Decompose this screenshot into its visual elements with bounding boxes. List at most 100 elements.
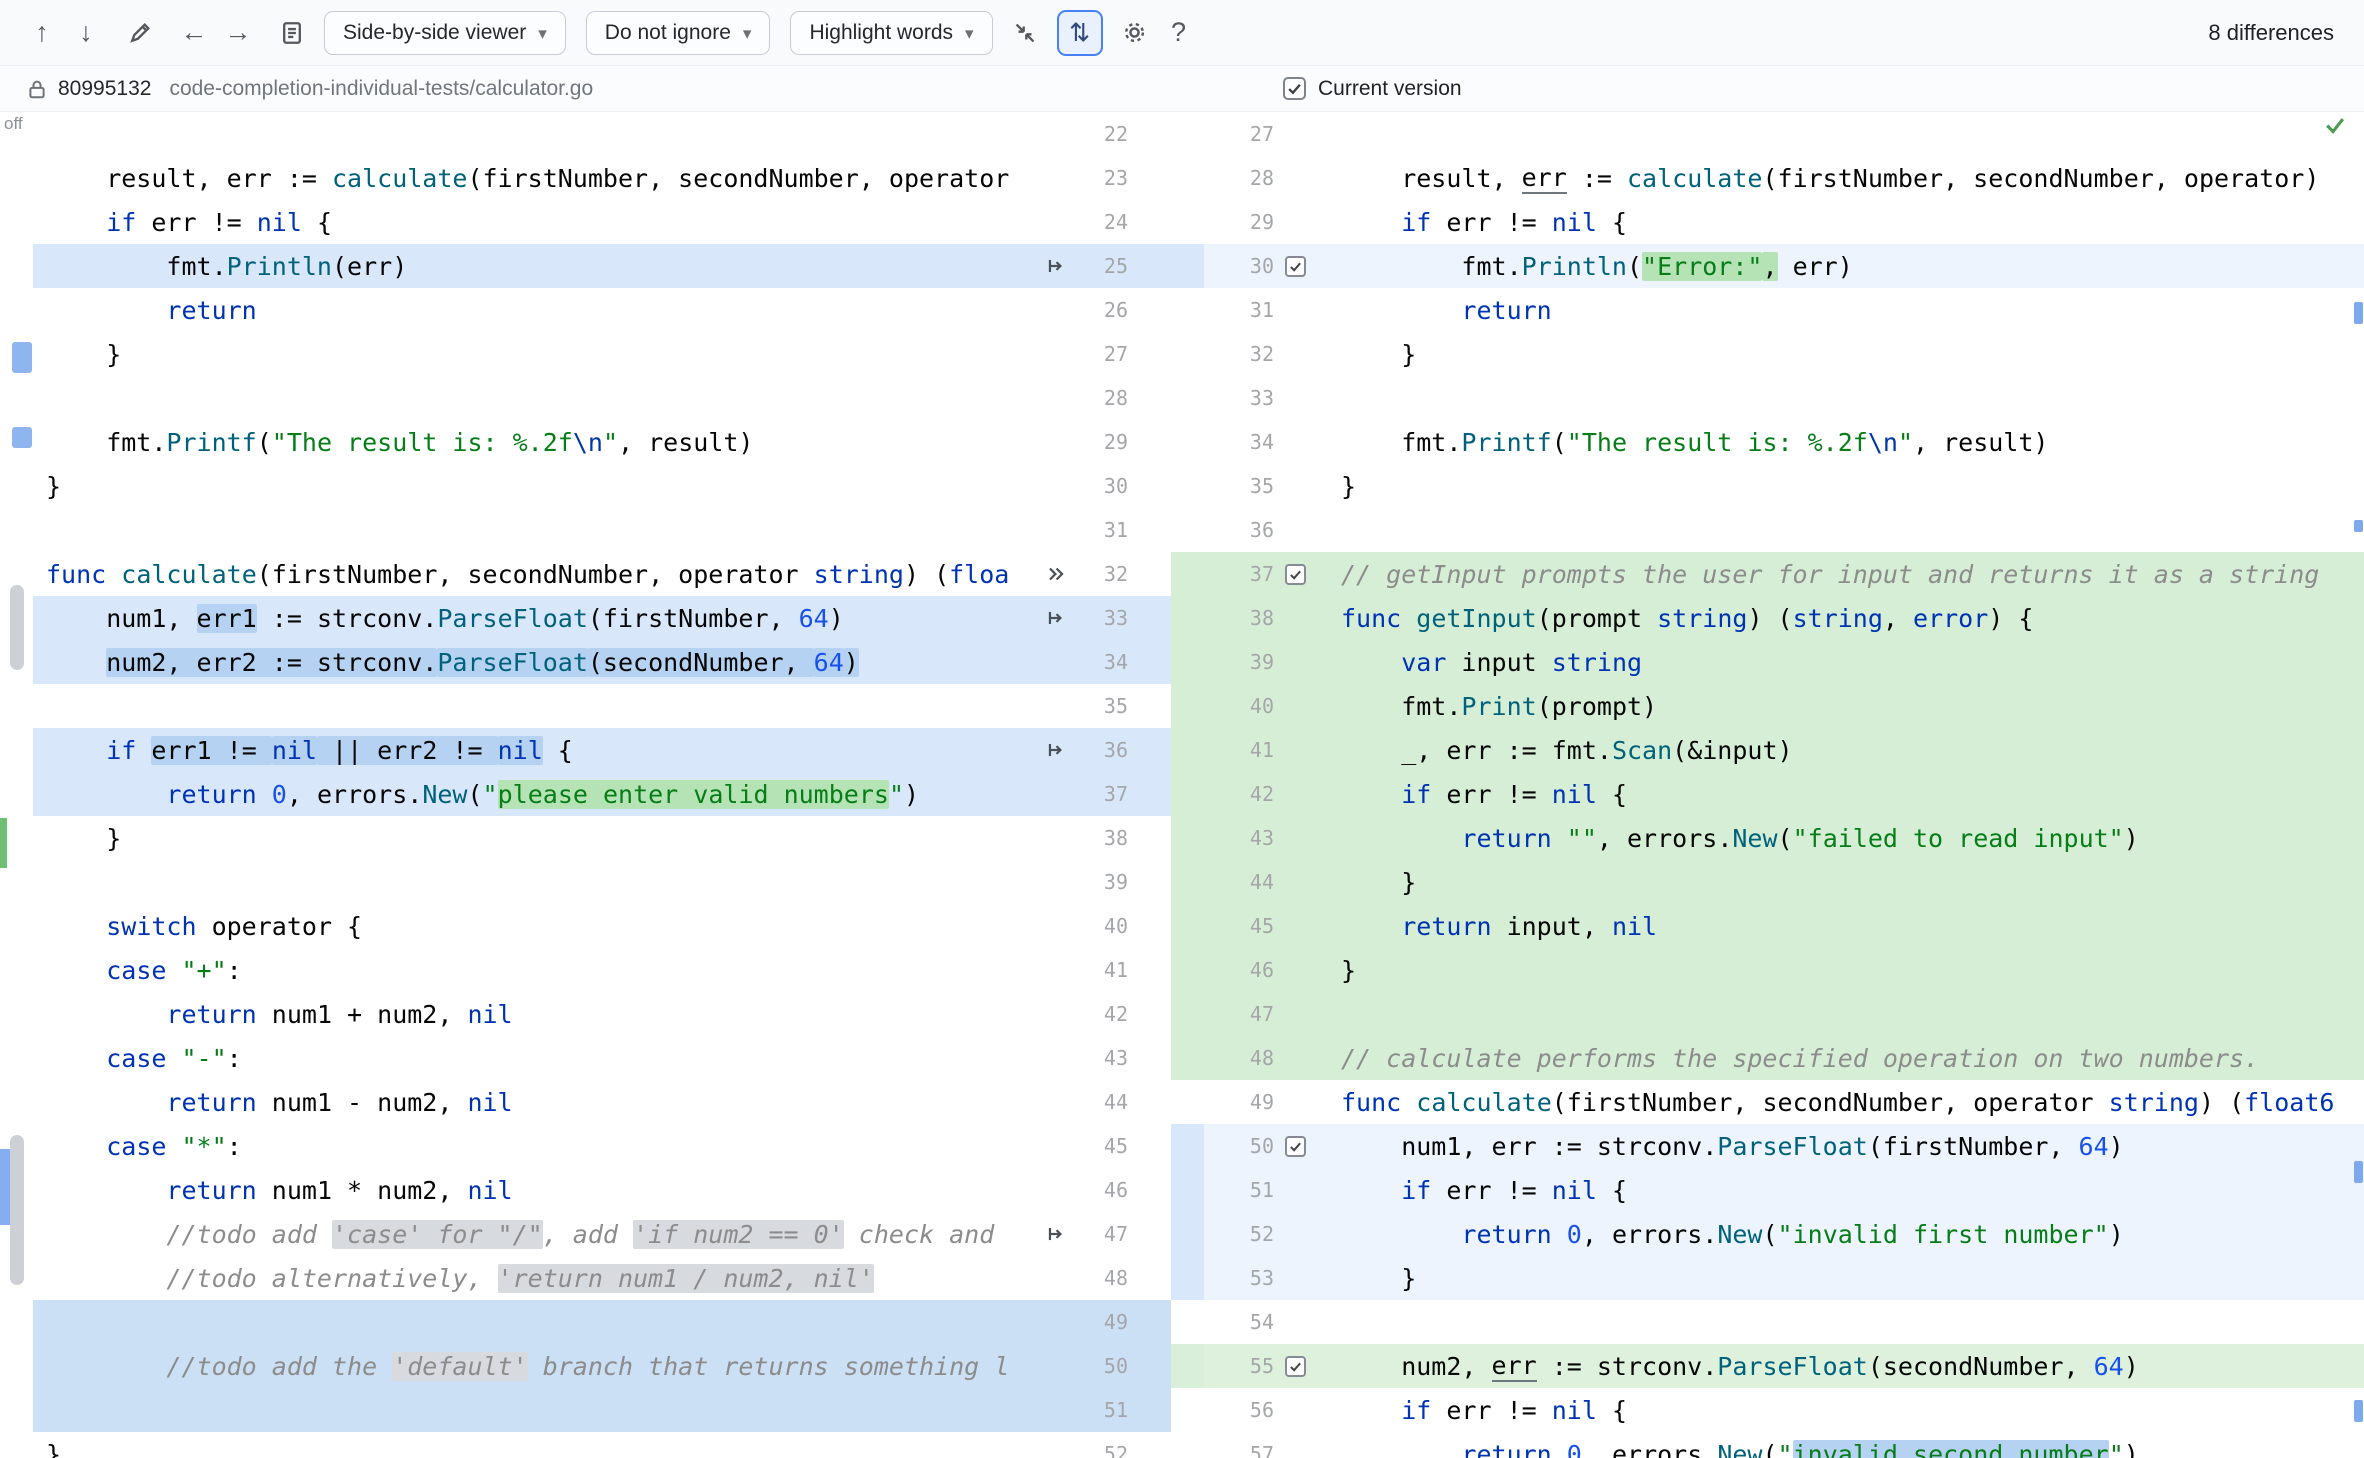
code-line[interactable] [1328, 376, 2364, 420]
compare-file-icon[interactable] [270, 11, 314, 55]
change-stripe-mark[interactable] [2354, 302, 2363, 324]
code-line[interactable]: result, err := calculate (firstNumber, se… [1328, 156, 2364, 200]
code-line[interactable]: switch operator { [33, 904, 1038, 948]
change-stripe-mark[interactable] [2354, 520, 2363, 532]
change-marker[interactable] [12, 427, 32, 448]
code-line[interactable]: fmt. Printf("The result is: %.2f \n ", resu… [1328, 420, 2364, 464]
back-icon[interactable]: ← [172, 11, 216, 55]
code-line[interactable]: func calculate (firstNumber, secondNumber… [33, 552, 1038, 596]
settings-gear-icon[interactable] [1113, 11, 1157, 55]
code-line[interactable]: //todo alternatively, 'return num1 / num… [33, 1256, 1038, 1300]
code-line[interactable]: var input string [1328, 640, 2364, 684]
apply-change-icon[interactable] [1038, 255, 1074, 277]
help-icon[interactable]: ? [1157, 11, 1201, 55]
code-line[interactable]: fmt. Print (prompt) [1328, 684, 2364, 728]
diff-change-checkbox[interactable] [1284, 563, 1306, 585]
code-line[interactable]: result, err := calculate (firstNumber, se… [33, 156, 1038, 200]
code-line[interactable]: fmt. Println (err) [33, 244, 1038, 288]
code-line[interactable] [33, 376, 1038, 420]
code-line[interactable]: case "*": [33, 1124, 1038, 1168]
whitespace-ignore-dropdown[interactable]: Do not ignore ▾ [585, 10, 771, 55]
code-line[interactable]: // calculate performs the specified oper… [1328, 1036, 2364, 1080]
code-line[interactable]: return num1 + num2, nil [33, 992, 1038, 1036]
code-line[interactable]: //todo add 'case' for "/", add 'if num2 … [33, 1212, 1038, 1256]
apply-all-chevron-icon[interactable] [1038, 563, 1074, 585]
apply-change-icon[interactable] [1038, 607, 1074, 629]
code-line[interactable]: } [1328, 464, 2364, 508]
code-line[interactable]: return [33, 288, 1038, 332]
code-line[interactable] [1328, 1300, 2364, 1344]
code-line[interactable]: } [1328, 860, 2364, 904]
code-line[interactable] [33, 1300, 1038, 1344]
code-line[interactable] [33, 508, 1038, 552]
change-marker[interactable] [0, 1149, 10, 1225]
code-line[interactable]: fmt. Println("Error:", err) [1328, 244, 2364, 288]
diff-change-checkbox[interactable] [1284, 1355, 1306, 1377]
code-line[interactable] [1328, 112, 2364, 156]
edit-icon[interactable] [118, 11, 162, 55]
code-line[interactable]: // getInput prompts the user for input a… [1328, 552, 2364, 596]
code-line[interactable] [33, 860, 1038, 904]
code-line[interactable]: case "-": [33, 1036, 1038, 1080]
code-line[interactable]: return 0, errors. New(" invalid second num… [1328, 1432, 2364, 1458]
soft-wrap-indicator[interactable]: off [4, 114, 23, 134]
scrollbar-thumb[interactable] [10, 585, 24, 670]
next-difference-icon[interactable]: ↓ [64, 11, 108, 55]
code-line[interactable]: num1, err := strconv. ParseFloat (firstNum… [1328, 1124, 2364, 1168]
forward-icon[interactable]: → [216, 11, 260, 55]
previous-difference-icon[interactable]: ↑ [20, 11, 64, 55]
change-stripe-mark[interactable] [2354, 1400, 2363, 1422]
collapse-blocks-icon[interactable] [1003, 11, 1047, 55]
code-line[interactable]: case "+": [33, 948, 1038, 992]
apply-change-icon[interactable] [1038, 1223, 1074, 1245]
code-line[interactable]: if err != nil { [33, 200, 1038, 244]
code-line[interactable]: if err != nil { [1328, 772, 2364, 816]
code-line[interactable]: } [1328, 948, 2364, 992]
code-line[interactable]: num2, err2 := strconv. ParseFloat (secondN… [33, 640, 1038, 684]
highlight-mode-dropdown[interactable]: Highlight words ▾ [790, 10, 993, 55]
viewer-mode-dropdown[interactable]: Side-by-side viewer ▾ [324, 10, 566, 55]
code-line[interactable]: if err != nil { [1328, 1168, 2364, 1212]
code-line[interactable]: num2, err := strconv. ParseFloat (secondNu… [1328, 1344, 2364, 1388]
code-line[interactable]: if err != nil { [1328, 1388, 2364, 1432]
code-line[interactable]: } [33, 1432, 1038, 1458]
code-line[interactable] [33, 1388, 1038, 1432]
code-line[interactable]: return [1328, 288, 2364, 332]
left-code-pane[interactable]: result, err := calculate (firstNumber, se… [33, 112, 1038, 1458]
code-line[interactable]: //todo add the 'default' branch that ret… [33, 1344, 1038, 1388]
code-line[interactable] [33, 684, 1038, 728]
code-line[interactable]: return 0, errors. New("invalid first numb… [1328, 1212, 2364, 1256]
code-line[interactable]: } [33, 332, 1038, 376]
change-marker[interactable] [12, 342, 32, 373]
code-line[interactable] [1328, 992, 2364, 1036]
diff-change-checkbox[interactable] [1284, 1135, 1306, 1157]
code-line[interactable]: return num1 - num2, nil [33, 1080, 1038, 1124]
right-error-stripe[interactable] [2352, 112, 2364, 1458]
code-line[interactable]: _, err := fmt. Scan (&input) [1328, 728, 2364, 772]
code-line[interactable]: return 0, errors. New(" please enter valid… [33, 772, 1038, 816]
diff-change-checkbox[interactable] [1284, 255, 1306, 277]
change-marker[interactable] [0, 818, 7, 868]
code-line[interactable]: if err1 != nil || err2 != nil { [33, 728, 1038, 772]
scrollbar-thumb[interactable] [10, 1135, 24, 1285]
code-line[interactable]: func calculate (firstNumber, secondNumber… [1328, 1080, 2364, 1124]
inspections-ok-check-icon[interactable] [2322, 112, 2348, 143]
file-path[interactable]: code-completion-individual-tests/calcula… [169, 77, 593, 101]
code-line[interactable]: } [33, 464, 1038, 508]
change-stripe-mark[interactable] [2354, 1161, 2363, 1183]
code-line[interactable] [33, 112, 1038, 156]
code-line[interactable]: if err != nil { [1328, 200, 2364, 244]
code-line[interactable]: fmt. Printf("The result is: %.2f \n ", resu… [33, 420, 1038, 464]
apply-change-icon[interactable] [1038, 739, 1074, 761]
code-line[interactable]: } [33, 816, 1038, 860]
code-line[interactable]: return "", errors. New("failed to read in… [1328, 816, 2364, 860]
right-code-pane[interactable]: result, err := calculate (firstNumber, se… [1328, 112, 2364, 1458]
synchronize-scrolling-toggle[interactable]: ⇅ [1056, 9, 1103, 56]
code-line[interactable]: return num1 * num2, nil [33, 1168, 1038, 1212]
current-version-checkbox[interactable] [1283, 77, 1306, 100]
code-line[interactable]: } [1328, 1256, 2364, 1300]
code-line[interactable]: return input, nil [1328, 904, 2364, 948]
code-line[interactable]: } [1328, 332, 2364, 376]
code-line[interactable] [1328, 508, 2364, 552]
code-line[interactable]: num1, err1 := strconv. ParseFloat (firstNu… [33, 596, 1038, 640]
